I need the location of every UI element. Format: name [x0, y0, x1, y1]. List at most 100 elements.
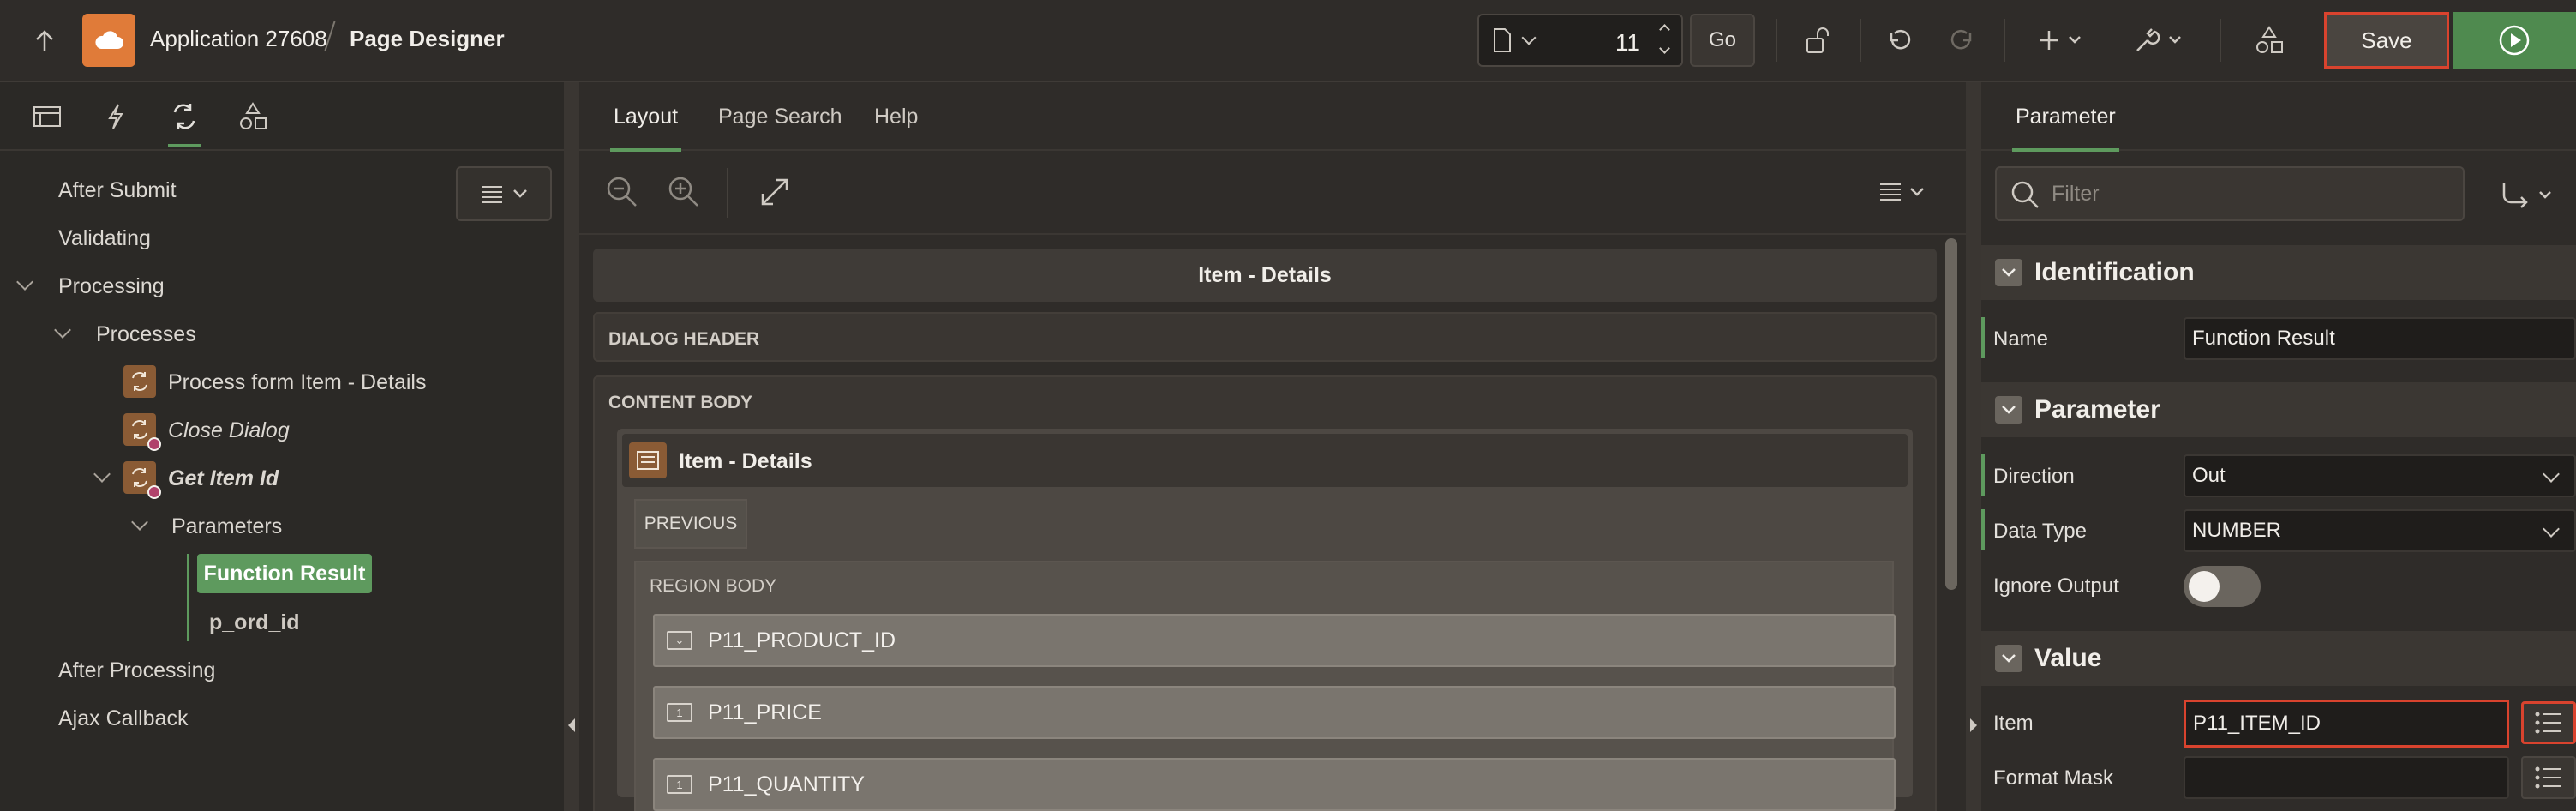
collapse-icon[interactable] [1995, 259, 2022, 286]
page-stepper[interactable] [1657, 21, 1673, 60]
list-icon [2535, 766, 2561, 789]
go-button[interactable]: Go [1690, 14, 1755, 67]
ignore-output-toggle[interactable] [2184, 566, 2261, 607]
name-field[interactable]: Function Result [2184, 317, 2576, 360]
content-body-region[interactable]: CONTENT BODY Item - Details PREVIOUS REG… [593, 375, 1937, 811]
item-field[interactable]: P11_ITEM_ID [2184, 700, 2509, 748]
tree-node-processes[interactable]: Processes [96, 322, 196, 347]
collapse-icon[interactable] [1995, 396, 2022, 424]
dialog-title-bar[interactable]: Item - Details [593, 249, 1937, 302]
process-icon [123, 461, 161, 499]
section-identification[interactable]: Identification [1981, 245, 2576, 300]
tree-node-after-submit[interactable]: After Submit [58, 178, 177, 203]
tree-node-processing[interactable]: Processing [58, 274, 165, 299]
page-selector[interactable]: 11 [1477, 14, 1683, 67]
page-icon [1493, 27, 1512, 57]
rendering-tab-icon[interactable] [26, 98, 69, 135]
tree-node-p-ord-id[interactable]: p_ord_id [209, 610, 300, 635]
tree-options-menu-button[interactable] [456, 166, 552, 221]
list-of-values-button[interactable] [2521, 701, 2576, 744]
condition-badge-icon [147, 485, 161, 499]
tab-help[interactable]: Help [874, 105, 918, 129]
chevron-down-icon[interactable] [1521, 30, 1537, 45]
zoom-in-icon[interactable] [667, 175, 701, 213]
layout-scrollbar[interactable] [1945, 238, 1957, 590]
dialog-header-region[interactable]: DIALOG HEADER [593, 312, 1937, 362]
process-icon [123, 413, 161, 451]
item-details-region[interactable]: Item - Details PREVIOUS REGION BODY ⌄ P1… [617, 429, 1913, 811]
toolbar-divider [2004, 19, 2005, 62]
tree-node-after-processing[interactable]: After Processing [58, 658, 215, 683]
page-item-product-id[interactable]: ⌄ P11_PRODUCT_ID [653, 614, 1896, 667]
tree-node-ajax-callback[interactable]: Ajax Callback [58, 706, 188, 731]
page-item-price[interactable]: 1 P11_PRICE [653, 686, 1896, 739]
middle-pane-tabs: Layout Page Search Help [579, 82, 1966, 152]
chevron-down-icon [513, 189, 527, 198]
prop-direction: Direction Out [1981, 448, 2576, 502]
create-menu-button[interactable] [2033, 19, 2093, 62]
format-mask-field[interactable] [2184, 756, 2509, 799]
data-type-select[interactable]: NUMBER [2184, 509, 2576, 552]
tab-parameter[interactable]: Parameter [2012, 105, 2119, 152]
page-number-input[interactable]: 11 [1615, 29, 1640, 57]
condition-badge-icon [147, 437, 161, 451]
up-arrow-icon[interactable] [21, 21, 69, 62]
redo-icon[interactable] [1940, 19, 1983, 62]
app-title[interactable]: Application 27608 [150, 26, 327, 52]
go-to-group-button[interactable] [2501, 180, 2557, 215]
app-logo[interactable] [82, 14, 135, 67]
collapse-left-icon[interactable] [568, 718, 575, 732]
prop-format-mask: Format Mask [1981, 749, 2576, 804]
filter-input[interactable] [2052, 180, 2446, 207]
shared-components-tab-icon[interactable] [231, 98, 274, 135]
prop-item: Item P11_ITEM_ID [1981, 694, 2576, 749]
rendering-tree-pane: After Submit Validating Processing Proce… [0, 82, 564, 811]
left-pane-tabs [0, 82, 564, 151]
filter-box[interactable] [1995, 166, 2465, 221]
toolbar-divider [727, 168, 728, 218]
toolbar-divider [1776, 19, 1777, 62]
section-value[interactable]: Value [1981, 631, 2576, 686]
process-icon [123, 365, 156, 398]
number-field-icon: 1 [667, 775, 692, 794]
run-page-button[interactable] [2453, 12, 2576, 69]
left-splitter[interactable] [564, 82, 579, 811]
tree-node-get-item-id[interactable]: Get Item Id [168, 466, 279, 491]
expand-icon[interactable] [759, 177, 790, 212]
region-body[interactable]: REGION BODY ⌄ P11_PRODUCT_ID 1 P11_PRICE… [634, 561, 1896, 811]
prop-ignore-output: Ignore Output [1981, 557, 2576, 612]
page-item-quantity[interactable]: 1 P11_QUANTITY [653, 758, 1896, 811]
undo-icon[interactable] [1878, 19, 1921, 62]
region-header[interactable]: Item - Details [622, 434, 1908, 487]
direction-select[interactable]: Out [2184, 454, 2576, 497]
previous-position[interactable]: PREVIOUS [634, 499, 747, 549]
tree-node-close-dialog[interactable]: Close Dialog [168, 418, 290, 443]
processing-tab-icon[interactable] [163, 98, 206, 147]
tab-page-search[interactable]: Page Search [718, 105, 842, 129]
region-body-label: REGION BODY [650, 576, 777, 596]
utilities-menu-button[interactable] [2125, 19, 2194, 62]
shared-components-icon[interactable] [2245, 19, 2293, 62]
expand-caret-icon[interactable] [54, 321, 71, 339]
layout-menu-button[interactable] [1878, 182, 1930, 207]
expand-caret-icon[interactable] [93, 466, 111, 483]
tree-node-process-form[interactable]: Process form Item - Details [168, 370, 426, 395]
number-field-icon: 1 [667, 703, 692, 722]
collapse-right-icon[interactable] [1970, 718, 1977, 732]
tree-node-validating[interactable]: Validating [58, 226, 151, 251]
unlock-icon[interactable] [1796, 19, 1839, 62]
zoom-out-icon[interactable] [605, 175, 639, 213]
form-region-icon [629, 442, 667, 478]
section-parameter[interactable]: Parameter [1981, 382, 2576, 437]
save-button[interactable]: Save [2324, 12, 2449, 69]
dynamic-actions-tab-icon[interactable] [94, 98, 137, 135]
tree-node-function-result[interactable]: Function Result [197, 554, 372, 593]
header-bar: Application 27608 Page Designer 11 Go Sa… [0, 0, 2576, 82]
right-splitter[interactable] [1966, 82, 1981, 811]
tab-layout[interactable]: Layout [609, 105, 682, 152]
expand-caret-icon[interactable] [16, 273, 33, 291]
tree-node-parameters[interactable]: Parameters [171, 514, 282, 539]
format-mask-list-button[interactable] [2521, 756, 2576, 799]
expand-caret-icon[interactable] [131, 514, 148, 531]
collapse-icon[interactable] [1995, 645, 2022, 672]
